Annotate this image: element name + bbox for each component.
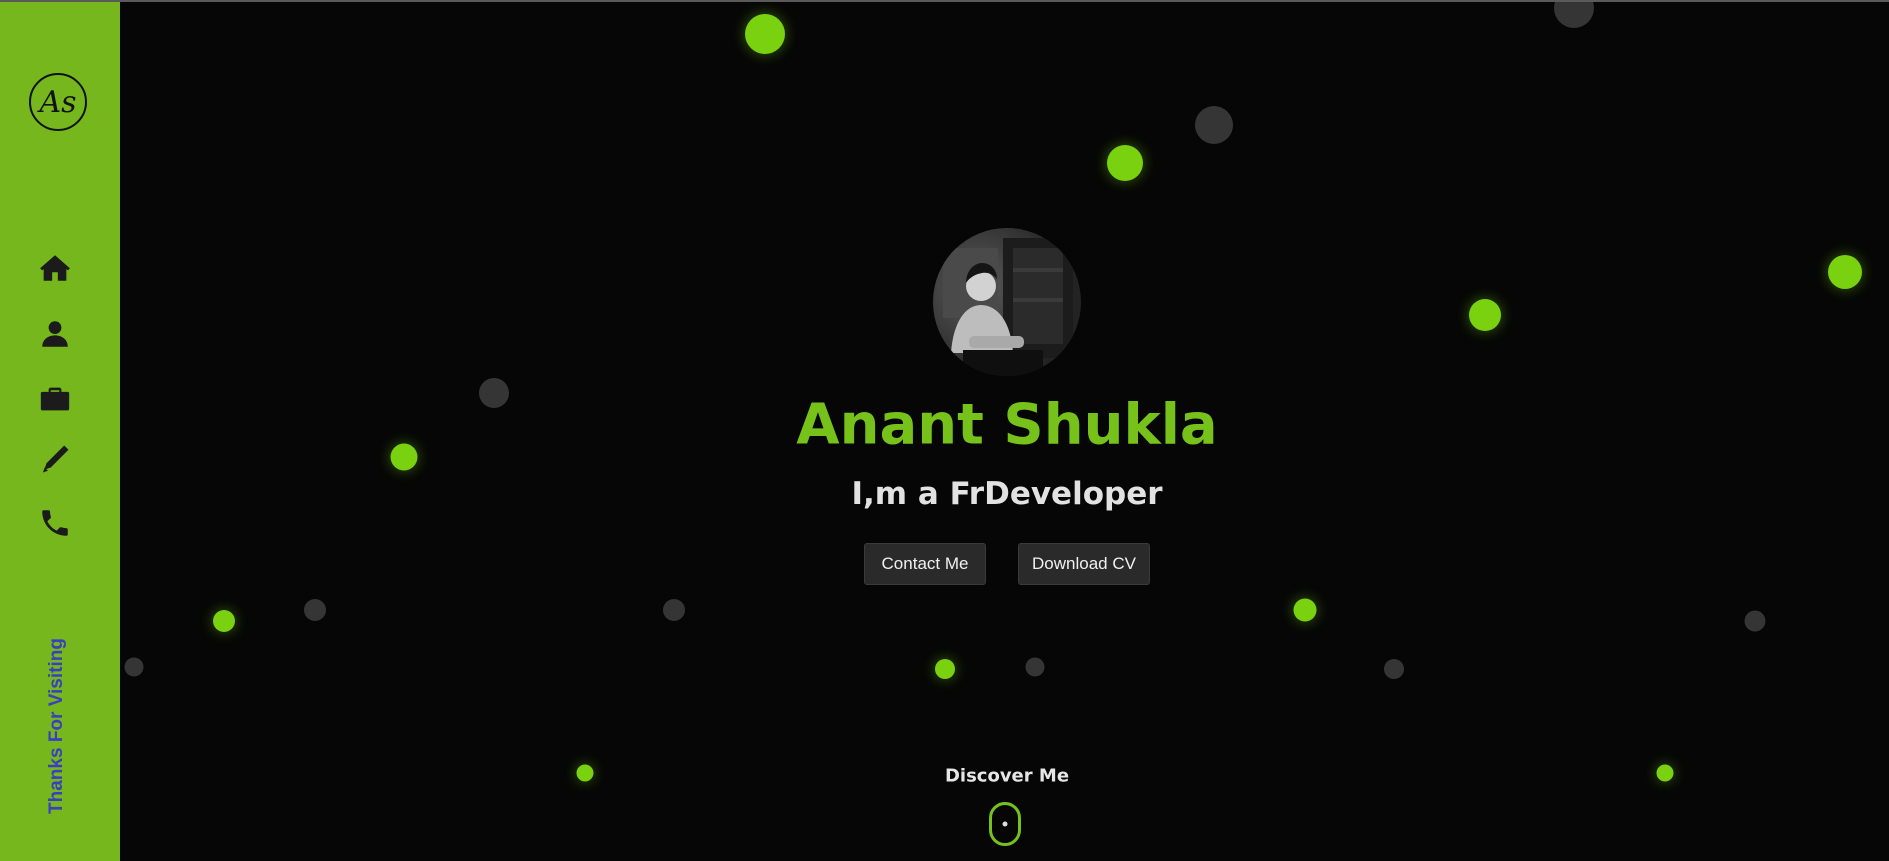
particle (1025, 657, 1045, 677)
profile-photo (933, 228, 1081, 376)
particle (1554, 2, 1594, 28)
particle (935, 659, 955, 679)
logo[interactable]: As (29, 73, 87, 131)
download-cv-button[interactable]: Download CV (1018, 543, 1150, 585)
particle (663, 599, 685, 621)
briefcase-icon[interactable] (34, 378, 76, 420)
thanks-for-visiting-text: Thanks For Visiting (46, 638, 67, 814)
pen-icon[interactable] (34, 438, 76, 480)
particle (1293, 598, 1317, 622)
hero-tagline: I,m a FrDeveloper (851, 476, 1163, 512)
discover-me-label: Discover Me (944, 765, 1070, 787)
particle (1195, 106, 1233, 144)
particle (390, 443, 418, 471)
user-icon[interactable] (34, 313, 76, 355)
particle (479, 378, 509, 408)
phone-icon[interactable] (34, 502, 76, 544)
contact-me-button[interactable]: Contact Me (864, 543, 986, 585)
person-silhouette-icon (943, 238, 1073, 376)
home-icon[interactable] (34, 247, 76, 289)
particle (1384, 659, 1404, 679)
particle (1656, 764, 1674, 782)
particle (1469, 299, 1501, 331)
scroll-wheel-indicator (1002, 821, 1008, 827)
particle (745, 14, 785, 54)
particle (1744, 610, 1766, 632)
particle (576, 764, 594, 782)
sidebar: As Thanks For Visiting (0, 2, 120, 861)
scroll-mouse-icon[interactable] (989, 802, 1021, 846)
particle (304, 599, 326, 621)
particle (1828, 255, 1862, 289)
particle (213, 610, 235, 632)
particle (124, 657, 144, 677)
hero-name: Anant Shukla (796, 392, 1218, 458)
particle (1107, 145, 1143, 181)
